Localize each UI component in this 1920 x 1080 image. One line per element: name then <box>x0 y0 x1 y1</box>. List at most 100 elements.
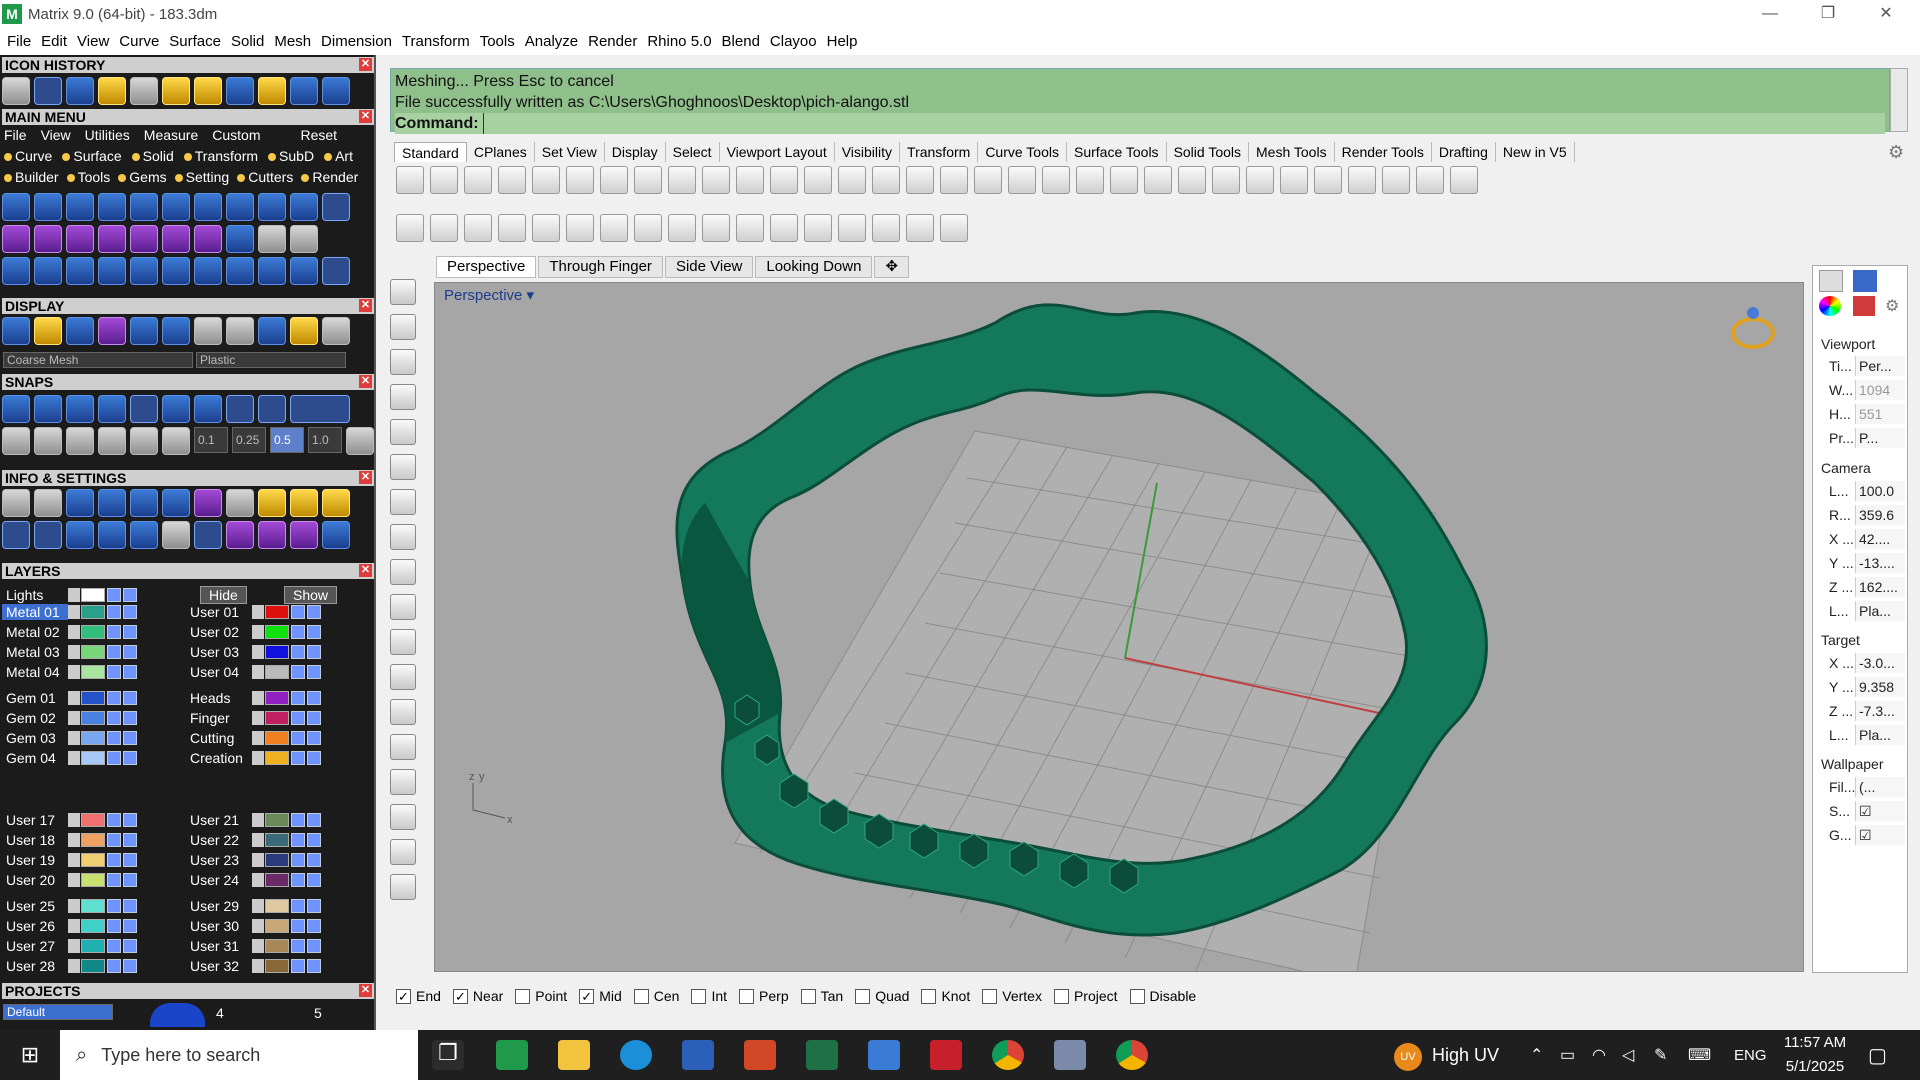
layer-color-swatch[interactable] <box>265 959 289 973</box>
edge-icon[interactable] <box>620 1040 652 1070</box>
arc-icon[interactable] <box>194 77 222 105</box>
bulb-icon[interactable] <box>123 939 137 953</box>
layer-row[interactable]: User 29 <box>186 897 323 915</box>
zoom-window-icon[interactable] <box>804 166 832 194</box>
lock-icon[interactable] <box>107 899 121 913</box>
snap-toggle-icon[interactable] <box>290 395 350 423</box>
lock-icon[interactable] <box>107 813 121 827</box>
osnap-checkbox[interactable] <box>515 988 531 1004</box>
tool-icon[interactable] <box>258 225 286 253</box>
taskbar-search[interactable]: ⌕ Type here to search <box>60 1030 418 1080</box>
solidworks-icon[interactable] <box>930 1040 962 1070</box>
tab-mesh-tools[interactable]: Mesh Tools <box>1249 142 1335 162</box>
lock-icon[interactable] <box>291 813 305 827</box>
snap-perp-icon[interactable] <box>258 395 286 423</box>
lock-icon[interactable] <box>107 919 121 933</box>
osnap-checkbox[interactable] <box>921 988 937 1004</box>
tab-select[interactable]: Select <box>666 142 720 162</box>
layer-color-swatch[interactable] <box>81 691 105 705</box>
loop-icon[interactable] <box>98 225 126 253</box>
layer-row[interactable]: User 24 <box>186 871 323 889</box>
layer-row[interactable]: Gem 02 <box>2 709 139 727</box>
layer-row[interactable]: User 31 <box>186 937 323 955</box>
frame-icon[interactable] <box>322 489 350 517</box>
layer-color-swatch[interactable] <box>81 873 105 887</box>
lock-icon[interactable] <box>291 899 305 913</box>
tab-perspective[interactable]: Perspective <box>436 256 537 278</box>
bulb-icon[interactable] <box>123 959 137 973</box>
layer-name[interactable]: Finger <box>186 710 252 726</box>
shape-icon[interactable] <box>258 521 286 549</box>
layer-row[interactable]: Gem 04 <box>2 749 139 767</box>
prop-target-y[interactable]: Y ... 9.358 <box>1819 677 1905 697</box>
prop-projection[interactable]: Pr... P... <box>1819 428 1905 448</box>
rotate-icon[interactable] <box>194 257 222 285</box>
powerpoint-icon[interactable] <box>744 1040 776 1070</box>
bulb-icon[interactable] <box>123 691 137 705</box>
layer-row[interactable]: User 17 <box>2 811 139 829</box>
tab-render-tools[interactable]: Render Tools <box>1335 142 1432 162</box>
lock-icon[interactable] <box>107 665 121 679</box>
arrow-icon[interactable] <box>68 853 80 867</box>
prop-wallpaper-gray[interactable]: G... ☑ <box>1819 825 1905 845</box>
layer-name[interactable]: Metal 04 <box>2 664 68 680</box>
arrow-icon[interactable] <box>68 665 80 679</box>
menu-edit[interactable]: Edit <box>41 33 67 50</box>
osnap-checkbox[interactable] <box>691 988 707 1004</box>
mm-file[interactable]: File <box>4 127 27 143</box>
place-target-button[interactable]: Pla... <box>1855 725 1905 745</box>
uv-text[interactable]: High UV <box>1432 1045 1499 1066</box>
prop-camera-y-value[interactable]: -13.... <box>1855 553 1905 573</box>
bulb-icon[interactable] <box>123 833 137 847</box>
lock-icon[interactable] <box>566 214 594 242</box>
gem-icon[interactable] <box>130 77 158 105</box>
lock-icon[interactable] <box>107 751 121 765</box>
osnap-project[interactable]: Project <box>1053 988 1118 1004</box>
cube-icon[interactable] <box>226 317 254 345</box>
osnap-icon[interactable] <box>98 427 126 455</box>
menu-blend[interactable]: Blend <box>722 33 760 50</box>
arrow-icon[interactable] <box>252 873 264 887</box>
layer-row[interactable]: User 04 <box>186 663 323 681</box>
computer-icon[interactable] <box>1054 1040 1086 1070</box>
layer-color-swatch[interactable] <box>265 853 289 867</box>
menu-dimension[interactable]: Dimension <box>321 33 392 50</box>
arrow-icon[interactable] <box>252 919 264 933</box>
layer-color-swatch[interactable] <box>81 711 105 725</box>
save-icon[interactable] <box>34 77 62 105</box>
layer-color-swatch[interactable] <box>265 899 289 913</box>
osnap-mid[interactable]: ✓ Mid <box>579 988 622 1004</box>
arrow-icon[interactable] <box>252 939 264 953</box>
layer-color-swatch[interactable] <box>265 665 289 679</box>
cut-icon[interactable] <box>566 166 594 194</box>
copy-icon[interactable] <box>600 166 628 194</box>
tool-icon[interactable] <box>2 77 30 105</box>
open-icon[interactable] <box>430 166 458 194</box>
bulb-icon[interactable] <box>123 588 137 602</box>
menu-tools[interactable]: Tools <box>480 33 515 50</box>
arrow-icon[interactable] <box>68 588 80 602</box>
snap-value-3[interactable]: 1.0 <box>308 427 342 453</box>
box-icon[interactable] <box>98 489 126 517</box>
layers-icon[interactable] <box>66 489 94 517</box>
command-scrollbar[interactable] <box>1890 68 1908 132</box>
chevron-down-icon[interactable]: ▾ <box>527 287 535 304</box>
layer-name[interactable]: Heads <box>186 690 252 706</box>
mirror-icon[interactable] <box>226 257 254 285</box>
layer-color-swatch[interactable] <box>81 919 105 933</box>
lock-icon[interactable] <box>107 853 121 867</box>
layer-color-swatch[interactable] <box>265 939 289 953</box>
tab-surface-tools[interactable]: Surface Tools <box>1067 142 1167 162</box>
circle-tool-icon[interactable] <box>2 193 30 221</box>
mm-art[interactable]: Art <box>324 148 353 164</box>
viewport-label[interactable]: Perspective ▾ <box>444 286 534 304</box>
lock-icon[interactable] <box>291 853 305 867</box>
prop-target-z[interactable]: Z ... -7.3... <box>1819 701 1905 721</box>
frame-icon[interactable] <box>290 489 318 517</box>
mm-setting[interactable]: Setting <box>174 169 229 185</box>
arrow-icon[interactable] <box>252 691 264 705</box>
layer-color-swatch[interactable] <box>265 625 289 639</box>
plus-icon[interactable] <box>66 225 94 253</box>
bulb-icon[interactable] <box>430 214 458 242</box>
task-view-icon[interactable]: ❐ <box>432 1040 464 1070</box>
